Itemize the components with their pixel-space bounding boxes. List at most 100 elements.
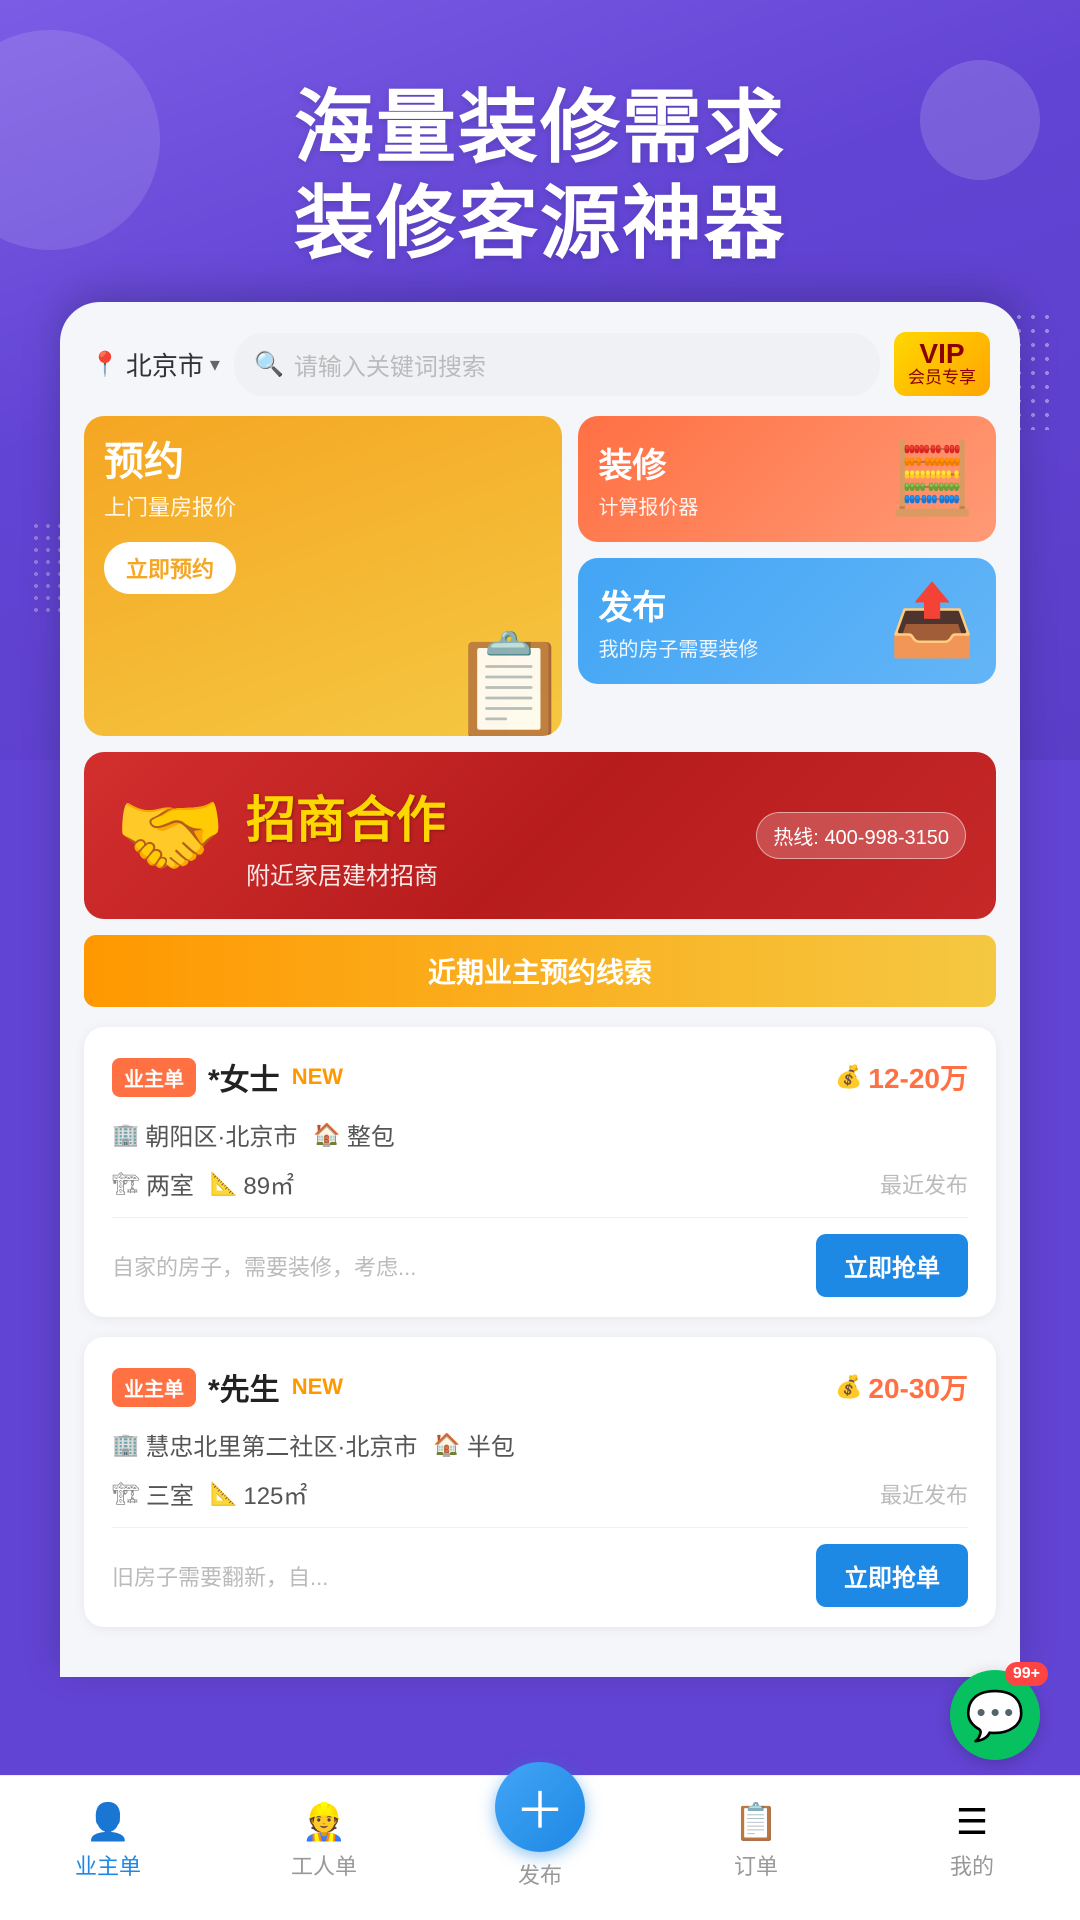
lead1-price-value: 12-20万 [868,1057,968,1097]
lead2-type: 🏠 半包 [433,1427,514,1462]
location-button[interactable]: 📍 北京市 ▾ [90,346,220,383]
lead1-new-badge: NEW [292,1064,343,1090]
layout-icon: 🏗 [112,1171,140,1197]
lead2-rooms-text: 三室 [146,1476,194,1511]
lead1-price: 💰 12-20万 [835,1057,968,1097]
lead1-rooms-text: 两室 [146,1166,194,1201]
price-icon-2: 💰 [835,1374,862,1400]
lead1-owner-name: *女士 [208,1055,280,1099]
nav-item-order[interactable]: 📋 订单 [648,1801,864,1881]
lead1-desc: 自家的房子，需要装修，考虑... [112,1250,800,1282]
lead1-area-text: 89㎡ [243,1166,294,1201]
area-icon-2: 📐 [210,1481,237,1507]
nav-label-order: 订单 [734,1849,778,1881]
lead2-price-value: 20-30万 [868,1367,968,1407]
card-fabu[interactable]: 发布 我的房子需要装修 📤 [578,558,996,684]
lead1-footer: 自家的房子，需要装修，考虑... 立即抢单 [112,1217,968,1297]
lead2-info-row2: 🏗 三室 📐 125㎡ 最近发布 [112,1476,968,1511]
hero-line2: 装修客源神器 [294,179,786,268]
nav-label-worker: 工人单 [291,1849,357,1881]
lead2-footer: 旧房子需要翻新，自... 立即抢单 [112,1527,968,1607]
lead1-info-row2: 🏗 两室 📐 89㎡ 最近发布 [112,1166,968,1201]
banner-content: 招商合作 附近家居建材招商 [246,780,736,891]
lead2-header: 业主单 *先生 NEW 💰 20-30万 [112,1365,968,1409]
nav-label-publish: 发布 [518,1858,562,1890]
search-placeholder: 请输入关键词搜索 [294,347,486,382]
location-icon: 📍 [90,350,120,379]
lead2-location-text: 慧忠北里第二社区·北京市 [145,1427,417,1462]
nav-fab-publish[interactable]: ＋ 发布 [432,1792,648,1890]
lead1-time: 最近发布 [880,1168,968,1200]
hotline-number: 400-998-3150 [824,827,949,849]
lead1-location: 🏢 朝阳区·北京市 [112,1117,297,1152]
lead1-rooms: 🏗 两室 [112,1166,194,1201]
lead1-type-text: 整包 [347,1117,395,1152]
lead1-info-row1: 🏢 朝阳区·北京市 🏠 整包 [112,1117,968,1152]
lead2-header-left: 业主单 *先生 NEW [112,1365,343,1409]
layout-icon-2: 🏗 [112,1481,140,1507]
lead2-new-badge: NEW [292,1374,343,1400]
nav-label-mine: 我的 [950,1849,994,1881]
phone-card: 📍 北京市 ▾ 🔍 请输入关键词搜索 VIP 会员专享 预约 上门量房报价 立即… [60,302,1020,1677]
nav-item-owner[interactable]: 👤 业主单 [0,1801,216,1881]
nav-item-worker[interactable]: 👷 工人单 [216,1801,432,1881]
calendar-icon: 📋 [448,636,563,736]
cards-right: 装修 计算报价器 🧮 发布 我的房子需要装修 📤 [578,416,996,736]
home-icon-2: 🏠 [433,1432,460,1458]
search-input-wrap[interactable]: 🔍 请输入关键词搜索 [234,333,880,396]
lead2-time: 最近发布 [880,1478,968,1510]
lead1-grab-button[interactable]: 立即抢单 [816,1234,968,1297]
card-zhuangxiu[interactable]: 装修 计算报价器 🧮 [578,416,996,542]
lead2-grab-button[interactable]: 立即抢单 [816,1544,968,1607]
lead1-type: 🏠 整包 [313,1117,394,1152]
banner-subtitle: 附近家居建材招商 [246,856,736,891]
hero-line1: 海量装修需求 [294,83,786,172]
hotline-label: 热线: [773,827,819,849]
fabu-subtitle: 我的房子需要装修 [598,633,758,662]
yueyue-subtitle: 上门量房报价 [104,490,542,522]
main-cards: 预约 上门量房报价 立即预约 📋 装修 计算报价器 🧮 [60,416,1020,736]
lead2-area: 📐 125㎡ [210,1476,307,1511]
lead2-info-row1: 🏢 慧忠北里第二社区·北京市 🏠 半包 [112,1427,968,1462]
lead2-rooms: 🏗 三室 [112,1476,194,1511]
search-icon: 🔍 [254,350,284,379]
lead1-location-text: 朝阳区·北京市 [145,1117,297,1152]
order-nav-icon: 📋 [734,1801,779,1843]
bottom-nav: 👤 业主单 👷 工人单 ＋ 发布 📋 订单 ☰ 我的 [0,1775,1080,1920]
mine-nav-icon: ☰ [956,1801,988,1843]
area-icon: 📐 [210,1171,237,1197]
lead2-price: 💰 20-30万 [835,1367,968,1407]
wechat-float-button[interactable]: 💬 99+ [950,1670,1040,1760]
vip-badge[interactable]: VIP 会员专享 [894,332,990,396]
lead2-area-text: 125㎡ [243,1476,307,1511]
leads-banner: 近期业主预约线索 [84,935,996,1007]
hotline-badge: 热线: 400-998-3150 [756,812,966,859]
calculator-icon: 🧮 [889,438,976,520]
lead2-type-text: 半包 [467,1427,515,1462]
building-icon: 🏢 [112,1122,139,1148]
nav-item-mine[interactable]: ☰ 我的 [864,1801,1080,1881]
fabu-title: 发布 [598,580,758,629]
handshake-icon: 🤝 [114,783,226,888]
book-button[interactable]: 立即预约 [104,542,236,594]
card-yueyue[interactable]: 预约 上门量房报价 立即预约 📋 [84,416,562,736]
fabu-text: 发布 我的房子需要装修 [598,580,758,662]
lead2-owner-name: *先生 [208,1365,280,1409]
banner-zhaoshang[interactable]: 🤝 招商合作 附近家居建材招商 热线: 400-998-3150 [84,752,996,919]
wechat-badge: 99+ [1005,1662,1048,1686]
leads-title: 近期业主预约线索 [428,957,652,988]
lead2-location: 🏢 慧忠北里第二社区·北京市 [112,1427,417,1462]
worker-nav-icon: 👷 [302,1801,347,1843]
zhuangxiu-title: 装修 [598,438,698,487]
hero-section: 海量装修需求 装修客源神器 [0,0,1080,302]
building-icon-2: 🏢 [112,1432,139,1458]
zhuangxiu-text: 装修 计算报价器 [598,438,698,520]
search-bar: 📍 北京市 ▾ 🔍 请输入关键词搜索 VIP 会员专享 [60,302,1020,416]
lead-card-2: 业主单 *先生 NEW 💰 20-30万 🏢 慧忠北里第二社区·北京市 🏠 半包 [84,1337,996,1627]
price-icon: 💰 [835,1064,862,1090]
location-text: 北京市 [126,346,204,383]
zhuangxiu-subtitle: 计算报价器 [598,491,698,520]
lead2-owner-tag: 业主单 [112,1368,196,1407]
owner-nav-icon: 👤 [86,1801,131,1843]
fab-plus-icon[interactable]: ＋ [495,1762,585,1852]
